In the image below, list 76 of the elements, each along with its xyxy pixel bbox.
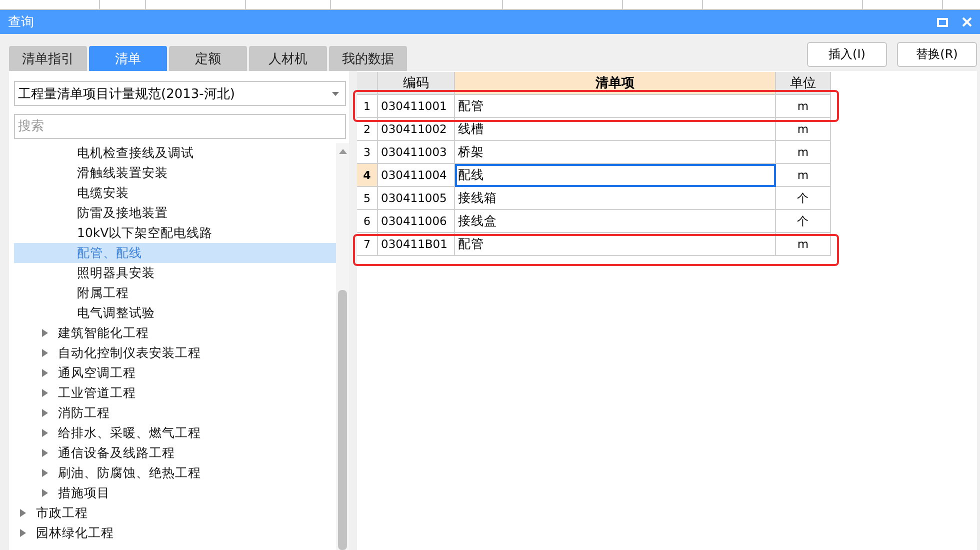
tree-item[interactable]: 通信设备及线路工程 bbox=[58, 444, 175, 462]
row-number: 5 bbox=[357, 187, 378, 210]
expand-arrow-icon[interactable] bbox=[42, 349, 48, 357]
table-cell: 030411002 bbox=[378, 118, 455, 141]
table-cell: m bbox=[776, 95, 831, 118]
table-cell: 个 bbox=[776, 187, 831, 210]
column-header: 编码 bbox=[378, 72, 455, 95]
tree-item[interactable]: 消防工程 bbox=[58, 404, 110, 422]
tree-item[interactable]: 附属工程 bbox=[77, 284, 129, 302]
tab[interactable]: 人材机 bbox=[249, 46, 327, 71]
table-cell: m bbox=[776, 141, 831, 164]
table-cell: m bbox=[776, 233, 831, 256]
tree-item[interactable]: 电气调整试验 bbox=[77, 304, 155, 322]
table-cell: m bbox=[776, 118, 831, 141]
table-cell: 030411001 bbox=[378, 95, 455, 118]
tree-item[interactable]: 园林绿化工程 bbox=[36, 524, 114, 542]
tree-item[interactable]: 自动化控制仪表安装工程 bbox=[58, 344, 201, 362]
expand-arrow-icon[interactable] bbox=[20, 509, 26, 517]
table-cell: 030411B01 bbox=[378, 233, 455, 256]
tree-item[interactable]: 工业管道工程 bbox=[58, 384, 136, 402]
table-cell: 030411006 bbox=[378, 210, 455, 233]
expand-arrow-icon[interactable] bbox=[20, 529, 26, 537]
standard-dropdown[interactable]: 工程量清单项目计量规范(2013-河北) bbox=[14, 81, 346, 106]
maximize-button[interactable] bbox=[937, 18, 948, 26]
table-cell: 030411003 bbox=[378, 141, 455, 164]
table-cell: 配线 bbox=[455, 164, 776, 187]
row-number: 2 bbox=[357, 118, 378, 141]
tree-item[interactable]: 10kV以下架空配电线路 bbox=[77, 224, 213, 242]
table-cell: 配管 bbox=[455, 233, 776, 256]
row-number: 7 bbox=[357, 233, 378, 256]
expand-arrow-icon[interactable] bbox=[42, 449, 48, 457]
close-button[interactable] bbox=[962, 17, 972, 27]
tab[interactable]: 定额 bbox=[169, 46, 247, 71]
table-cell: m bbox=[776, 164, 831, 187]
table-cell: 线槽 bbox=[455, 118, 776, 141]
table-cell: 接线箱 bbox=[455, 187, 776, 210]
table-cell: 030411004 bbox=[378, 164, 455, 187]
tree-item[interactable]: 电机检查接线及调试 bbox=[77, 144, 194, 162]
table-cell: 030411005 bbox=[378, 187, 455, 210]
tree-item[interactable]: 市政工程 bbox=[36, 504, 88, 522]
table-cell: 桥架 bbox=[455, 141, 776, 164]
corner-header bbox=[357, 72, 378, 95]
row-number: 3 bbox=[357, 141, 378, 164]
tree-item[interactable]: 刷油、防腐蚀、绝热工程 bbox=[58, 464, 201, 482]
row-number: 1 bbox=[357, 95, 378, 118]
tree-item[interactable]: 建筑智能化工程 bbox=[58, 324, 149, 342]
table-cell: 个 bbox=[776, 210, 831, 233]
tab[interactable]: 清单指引 bbox=[9, 46, 87, 71]
action-button[interactable]: 替换(R) bbox=[897, 42, 977, 67]
table-cell: 配管 bbox=[455, 95, 776, 118]
tree-item[interactable]: 照明器具安装 bbox=[77, 264, 155, 282]
tree-item[interactable]: 措施项目 bbox=[58, 484, 110, 502]
expand-arrow-icon[interactable] bbox=[42, 489, 48, 497]
tree-item[interactable]: 给排水、采暖、燃气工程 bbox=[58, 424, 201, 442]
expand-arrow-icon[interactable] bbox=[42, 329, 48, 337]
tree-item[interactable]: 通风空调工程 bbox=[58, 364, 136, 382]
expand-arrow-icon[interactable] bbox=[42, 369, 48, 377]
tab[interactable]: 我的数据 bbox=[329, 46, 407, 71]
column-header: 清单项 bbox=[455, 72, 776, 95]
expand-arrow-icon[interactable] bbox=[42, 389, 48, 397]
scrollbar[interactable] bbox=[336, 143, 349, 550]
expand-arrow-icon[interactable] bbox=[42, 429, 48, 437]
column-header: 单位 bbox=[776, 72, 831, 95]
tree-item[interactable]: 电缆安装 bbox=[77, 184, 129, 202]
tree-item[interactable]: 防雷及接地装置 bbox=[77, 204, 168, 222]
dropdown-caret-icon bbox=[332, 92, 339, 96]
scroll-up-icon[interactable] bbox=[338, 149, 346, 154]
row-number: 6 bbox=[357, 210, 378, 233]
search-field[interactable]: 搜索 bbox=[14, 114, 346, 139]
expand-arrow-icon[interactable] bbox=[42, 469, 48, 477]
expand-arrow-icon[interactable] bbox=[42, 409, 48, 417]
table-cell: 接线盒 bbox=[455, 210, 776, 233]
action-button[interactable]: 插入(I) bbox=[807, 42, 887, 67]
tree-item[interactable]: 滑触线装置安装 bbox=[77, 164, 168, 182]
window-title: 查询 bbox=[8, 14, 35, 31]
row-number: 4 bbox=[357, 164, 378, 187]
